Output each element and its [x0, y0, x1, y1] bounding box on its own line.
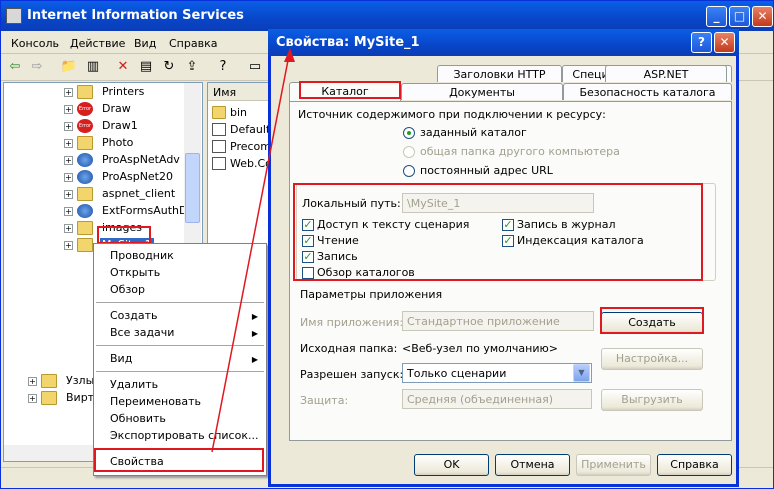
close-button[interactable]: ✕ [752, 6, 773, 27]
menu-new[interactable]: Создать [110, 309, 158, 322]
folder-icon [41, 374, 57, 388]
context-menu: Проводник Открыть Обзор Создать ▶ Все за… [93, 243, 267, 476]
create-highlight [600, 307, 704, 334]
forward-icon[interactable]: ⇨ [27, 57, 47, 77]
submenu-arrow-icon: ▶ [251, 355, 258, 364]
tab-directory-security[interactable]: Безопасность каталога [563, 83, 732, 100]
properties-dialog: Свойства: MySite_1 ? ✕ Заголовки HTTP Сп… [268, 29, 739, 487]
properties-highlight [94, 448, 264, 472]
protection-select[interactable]: Средняя (объединенная) [402, 389, 592, 409]
start-folder-label: Исходная папка: [300, 342, 398, 355]
unload-button[interactable]: Выгрузить [601, 389, 703, 411]
delete-icon[interactable]: ✕ [113, 57, 133, 77]
folder-icon [77, 187, 93, 201]
list-header[interactable]: Имя [208, 83, 268, 101]
menu-console[interactable]: Консоль [11, 37, 59, 50]
start-folder-value: <Веб-узел по умолчанию> [402, 342, 558, 355]
permissions-highlight [293, 183, 703, 281]
menu-action[interactable]: Действие [70, 37, 125, 50]
tab-aspnet[interactable]: ASP.NET [605, 65, 727, 82]
iis-app-icon [6, 8, 22, 24]
file-icon [212, 157, 226, 170]
radio-url-label: постоянный адрес URL [420, 164, 553, 177]
web-app-icon [77, 170, 93, 184]
submenu-arrow-icon: ▶ [251, 312, 258, 321]
radio-url[interactable] [403, 165, 415, 177]
show-tree-icon[interactable]: ▥ [83, 57, 103, 77]
back-icon[interactable]: ⇦ [5, 57, 25, 77]
error-icon: Error [77, 119, 93, 133]
file-icon [212, 123, 226, 136]
dialog-title: Свойства: MySite_1 [276, 35, 420, 50]
tab-documents[interactable]: Документы [401, 83, 563, 100]
dialog-close-button[interactable]: ✕ [714, 32, 735, 53]
menu-delete[interactable]: Удалить [110, 378, 158, 391]
radio-share-label: общая папка другого компьютера [420, 145, 620, 158]
menu-view[interactable]: Вид [134, 37, 156, 50]
run-permission-label: Разрешен запуск: [300, 368, 404, 381]
tree-vscroll[interactable] [184, 83, 201, 243]
menu-rename[interactable]: Переименовать [110, 395, 201, 408]
export-icon[interactable]: ⇪ [182, 57, 202, 77]
help-icon[interactable]: ? [213, 57, 233, 77]
apply-button[interactable]: Применить [576, 454, 651, 476]
iis-title-text: Internet Information Services [27, 8, 244, 23]
chevron-down-icon[interactable]: ▼ [573, 364, 590, 382]
error-icon: Error [77, 102, 93, 116]
ok-button[interactable]: OK [414, 454, 489, 476]
dialog-help-button[interactable]: ? [691, 32, 712, 53]
cancel-button[interactable]: Отмена [495, 454, 570, 476]
radio-local-dir[interactable] [403, 127, 415, 139]
computer-icon[interactable]: ▭ [245, 57, 265, 77]
protection-label: Защита: [300, 394, 349, 407]
iis-titlebar: Internet Information Services [1, 1, 773, 31]
radio-share[interactable] [403, 146, 415, 158]
tab-http-headers[interactable]: Заголовки HTTP [437, 65, 562, 82]
menu-export-list[interactable]: Экспортировать список... [110, 429, 258, 442]
settings-button[interactable]: Настройка... [601, 348, 703, 370]
minimize-button[interactable]: _ [706, 6, 727, 27]
folder-icon [77, 136, 93, 150]
web-app-icon [77, 204, 93, 218]
menu-refresh[interactable]: Обновить [110, 412, 166, 425]
folder-icon [77, 221, 93, 235]
menu-open[interactable]: Открыть [110, 266, 160, 279]
app-name-input[interactable]: Стандартное приложение [402, 311, 594, 331]
source-label: Источник содержимого при подключении к р… [298, 108, 606, 121]
menu-browse[interactable]: Обзор [110, 283, 145, 296]
menu-help[interactable]: Справка [169, 37, 217, 50]
submenu-arrow-icon: ▶ [251, 329, 258, 338]
folder-icon [77, 238, 93, 252]
mysite-highlight [97, 226, 151, 244]
menu-explorer[interactable]: Проводник [110, 249, 174, 262]
app-params-label: Параметры приложения [300, 288, 443, 301]
file-icon [212, 140, 226, 153]
refresh-icon[interactable]: ↻ [159, 57, 179, 77]
properties-icon[interactable]: ▤ [136, 57, 156, 77]
folder-icon [212, 106, 226, 119]
folder-icon [41, 391, 57, 405]
tab-directory-highlight [299, 81, 401, 99]
app-name-label: Имя приложения: [300, 316, 404, 329]
menu-all-tasks[interactable]: Все задачи [110, 326, 174, 339]
folder-icon [77, 85, 93, 99]
maximize-button[interactable]: □ [729, 6, 750, 27]
menu-view[interactable]: Вид [110, 352, 132, 365]
up-folder-icon[interactable]: 📁 [59, 57, 79, 77]
web-app-icon [77, 153, 93, 167]
content-list: Имя bin Default.a Precomp Web.Con [207, 82, 269, 262]
help-button[interactable]: Справка [657, 454, 732, 476]
run-permission-select[interactable]: Только сценарии [402, 363, 592, 383]
radio-local-dir-label: заданный каталог [420, 126, 527, 139]
dialog-titlebar: Свойства: MySite_1 [268, 29, 739, 56]
